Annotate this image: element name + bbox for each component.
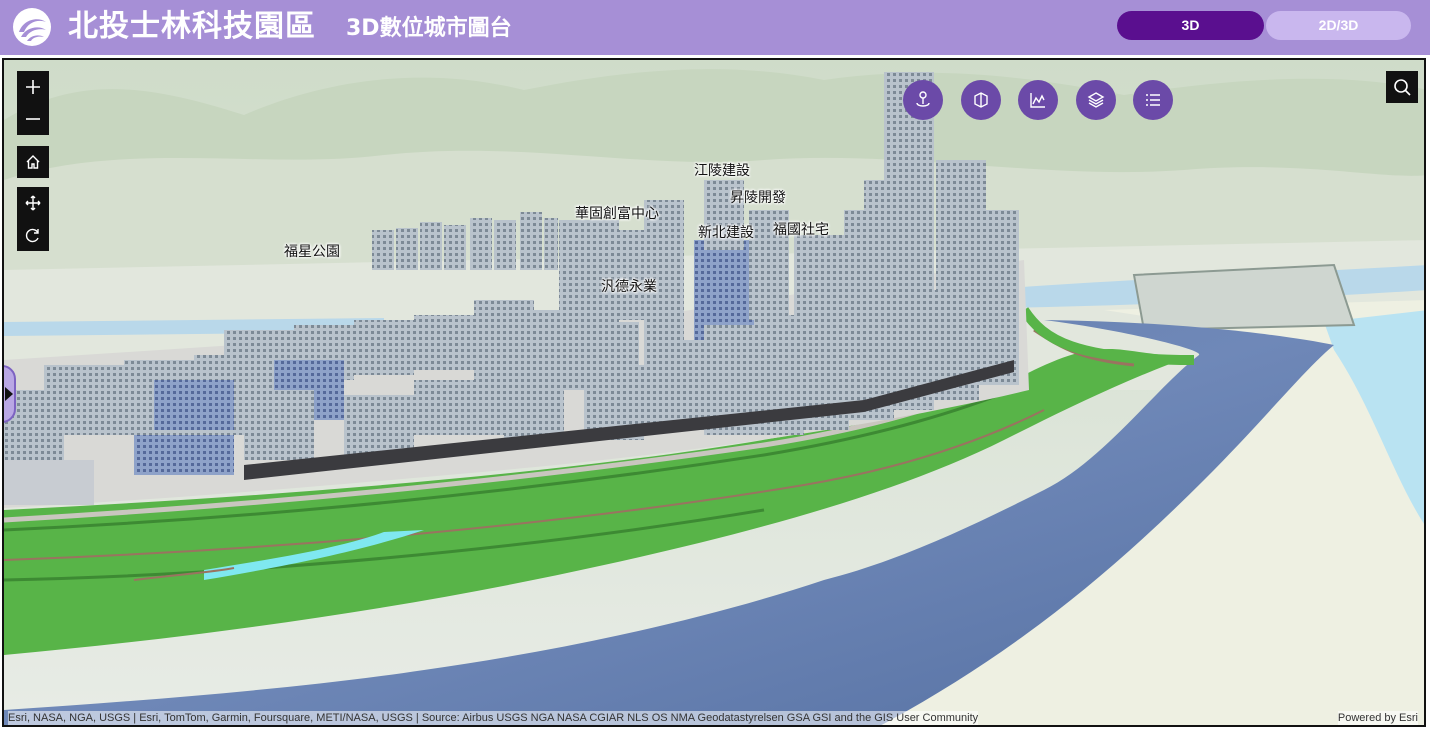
poi-label[interactable]: 新北建設: [698, 222, 754, 242]
map-attribution: Esri, NASA, NGA, USGS | Esri, TomTom, Ga…: [8, 711, 979, 725]
app-header: 北投士林科技園區 3D數位城市圖台 3D 2D/3D: [0, 0, 1430, 55]
zoom-in-button[interactable]: [17, 71, 49, 103]
search-icon: [1394, 79, 1411, 96]
zoom-in-icon: [26, 80, 40, 94]
mode-2d3d-button[interactable]: 2D/3D: [1266, 11, 1411, 40]
poi-label[interactable]: 福國社宅: [773, 219, 829, 239]
rotate-icon: [25, 228, 39, 243]
zoom-out-button[interactable]: [17, 103, 49, 135]
chart-tool-button[interactable]: [1018, 80, 1058, 120]
home-button[interactable]: [17, 146, 49, 178]
box-icon: [974, 92, 988, 108]
poi-label[interactable]: 福星公園: [284, 241, 340, 261]
pan-icon: [25, 195, 41, 211]
search-button[interactable]: [1386, 71, 1418, 103]
app-subtitle: 3D數位城市圖台: [346, 16, 512, 41]
poi-label[interactable]: 華固創富中心: [575, 203, 659, 223]
pan-button[interactable]: [17, 187, 49, 219]
pin-tool-button[interactable]: [903, 80, 943, 120]
app-title: 北投士林科技園區: [68, 9, 316, 44]
chevron-right-icon: [5, 387, 13, 401]
home-icon: [26, 155, 40, 169]
poi-label[interactable]: 江陵建設: [694, 160, 750, 180]
layers-icon: [1087, 92, 1105, 108]
zoom-out-icon: [26, 118, 40, 120]
side-panel-toggle[interactable]: [4, 365, 16, 423]
layers-tool-button[interactable]: [1076, 80, 1116, 120]
poi-label[interactable]: 昇陵開發: [730, 187, 786, 207]
list-icon: [1146, 94, 1160, 106]
logo: [13, 8, 51, 46]
mode-3d-button[interactable]: 3D: [1117, 11, 1264, 40]
box-tool-button[interactable]: [961, 80, 1001, 120]
list-tool-button[interactable]: [1133, 80, 1173, 120]
powered-by-esri[interactable]: Powered by Esri: [1337, 711, 1418, 725]
rotate-button[interactable]: [17, 219, 49, 251]
map-scene[interactable]: 江陵建設 昇陵開發 華固創富中心 新北建設 福國社宅 福星公園 汎德永業 Esr…: [2, 58, 1426, 727]
poi-label[interactable]: 汎德永業: [601, 276, 657, 296]
pin-icon: [916, 91, 930, 107]
chart-icon: [1030, 93, 1045, 108]
